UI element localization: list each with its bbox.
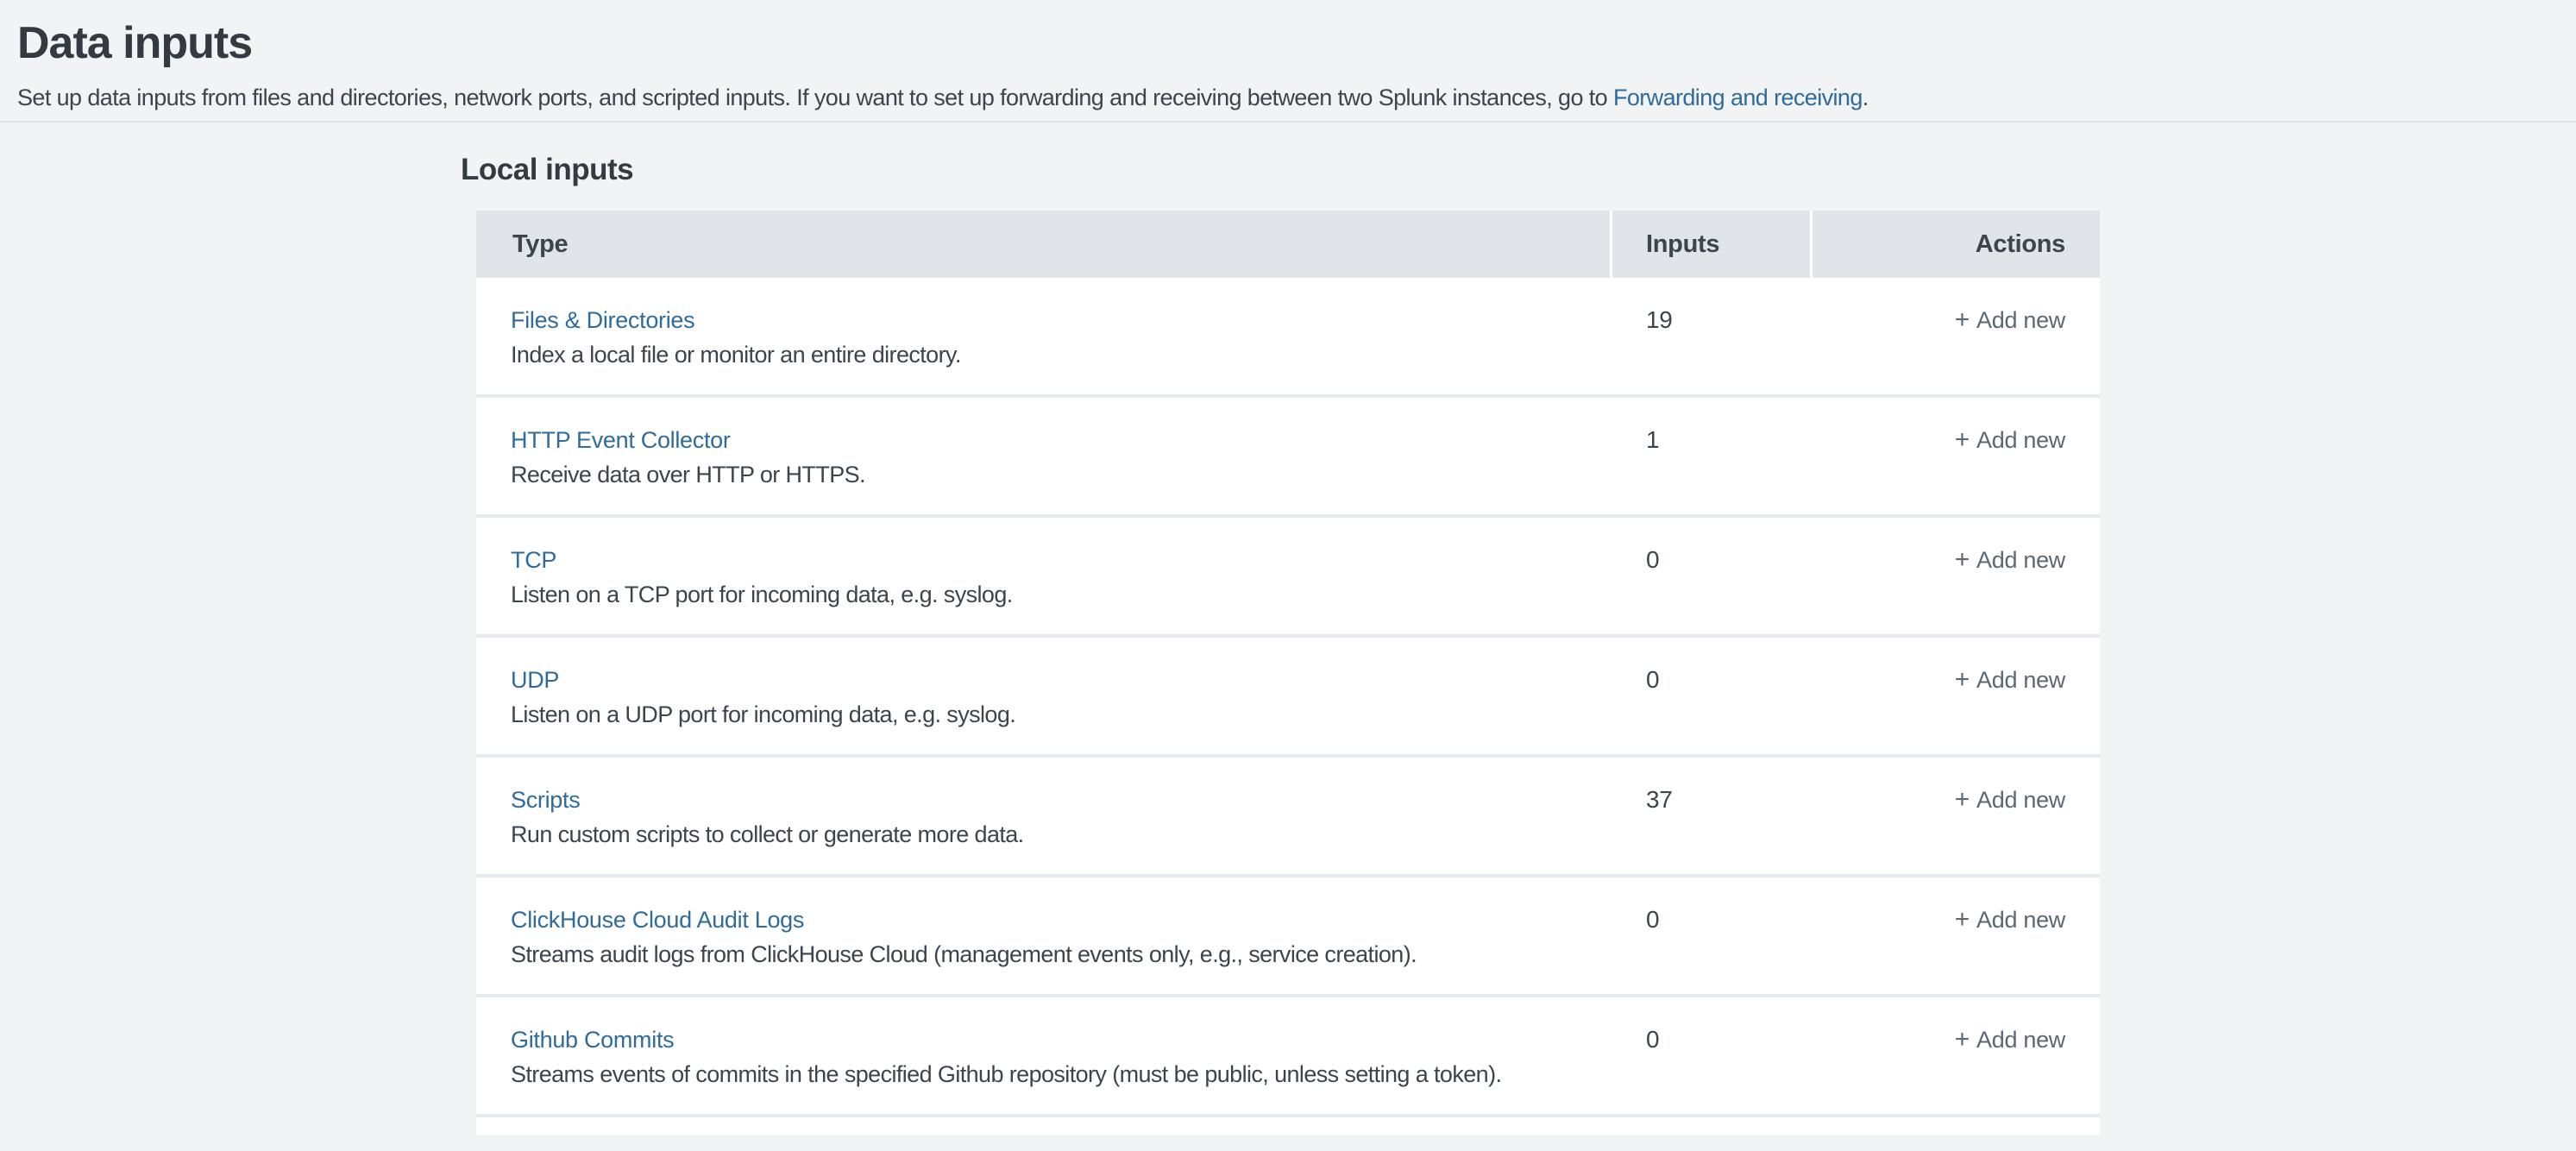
table-row: UDP Listen on a UDP port for incoming da… <box>476 638 2100 758</box>
inputs-count: 0 <box>1610 638 1810 754</box>
table-row-partial <box>476 1117 2100 1135</box>
input-type-description: Streams events of commits in the specifi… <box>511 1060 1610 1089</box>
inputs-count: 37 <box>1610 758 1810 874</box>
table-row: HTTP Event Collector Receive data over H… <box>476 398 2100 518</box>
type-cell: UDP Listen on a UDP port for incoming da… <box>476 638 1610 754</box>
inputs-count: 0 <box>1610 877 1810 994</box>
add-new-button[interactable]: +Add new <box>1955 667 2065 693</box>
type-cell: Files & Directories Index a local file o… <box>476 278 1610 394</box>
page-header: Data inputs Set up data inputs from file… <box>0 0 2576 123</box>
input-type-link[interactable]: TCP <box>511 544 556 576</box>
actions-cell: +Add new <box>1810 398 2100 514</box>
forwarding-and-receiving-link[interactable]: Forwarding and receiving <box>1613 85 1863 110</box>
table-row: Github Commits Streams events of commits… <box>476 997 2100 1117</box>
actions-cell: +Add new <box>1810 518 2100 634</box>
input-type-description: Receive data over HTTP or HTTPS. <box>511 460 1610 489</box>
table-header-row: Type Inputs Actions <box>476 211 2100 278</box>
column-header-type: Type <box>476 211 1610 278</box>
add-new-button[interactable]: +Add new <box>1955 1027 2065 1053</box>
type-cell: Github Commits Streams events of commits… <box>476 997 1610 1114</box>
add-new-button[interactable]: +Add new <box>1955 547 2065 573</box>
page-subtitle-period: . <box>1863 85 1869 110</box>
plus-icon: + <box>1955 545 1970 574</box>
input-type-description: Listen on a TCP port for incoming data, … <box>511 580 1610 609</box>
input-type-link[interactable]: Github Commits <box>511 1023 674 1056</box>
actions-cell: +Add new <box>1810 278 2100 394</box>
table-body: Files & Directories Index a local file o… <box>476 278 2100 1117</box>
page-subtitle-text: Set up data inputs from files and direct… <box>17 85 1613 110</box>
add-new-label: Add new <box>1976 307 2065 333</box>
actions-cell: +Add new <box>1810 758 2100 874</box>
column-header-actions: Actions <box>1810 211 2100 278</box>
add-new-button[interactable]: +Add new <box>1955 427 2065 453</box>
plus-icon: + <box>1955 785 1970 814</box>
add-new-button[interactable]: +Add new <box>1955 907 2065 933</box>
table-row: ClickHouse Cloud Audit Logs Streams audi… <box>476 877 2100 997</box>
plus-icon: + <box>1955 425 1970 454</box>
input-type-link[interactable]: ClickHouse Cloud Audit Logs <box>511 903 804 936</box>
page-title: Data inputs <box>17 16 2576 71</box>
inputs-count: 1 <box>1610 398 1810 514</box>
column-header-inputs: Inputs <box>1610 211 1810 278</box>
actions-cell: +Add new <box>1810 638 2100 754</box>
actions-cell: +Add new <box>1810 877 2100 994</box>
type-cell: Scripts Run custom scripts to collect or… <box>476 758 1610 874</box>
add-new-label: Add new <box>1976 667 2065 693</box>
add-new-label: Add new <box>1976 907 2065 933</box>
plus-icon: + <box>1955 305 1970 334</box>
type-cell: HTTP Event Collector Receive data over H… <box>476 398 1610 514</box>
add-new-button[interactable]: +Add new <box>1955 307 2065 333</box>
add-new-label: Add new <box>1976 427 2065 453</box>
add-new-label: Add new <box>1976 1027 2065 1053</box>
inputs-count: 0 <box>1610 518 1810 634</box>
input-type-description: Streams audit logs from ClickHouse Cloud… <box>511 940 1610 969</box>
table-row: Scripts Run custom scripts to collect or… <box>476 758 2100 877</box>
input-type-link[interactable]: HTTP Event Collector <box>511 424 731 456</box>
inputs-count: 19 <box>1610 278 1810 394</box>
input-type-description: Run custom scripts to collect or generat… <box>511 820 1610 849</box>
local-inputs-table: Type Inputs Actions Files & Directories … <box>476 211 2100 1135</box>
plus-icon: + <box>1955 665 1970 694</box>
input-type-description: Index a local file or monitor an entire … <box>511 340 1610 369</box>
table-row: TCP Listen on a TCP port for incoming da… <box>476 518 2100 638</box>
type-cell: TCP Listen on a TCP port for incoming da… <box>476 518 1610 634</box>
plus-icon: + <box>1955 1025 1970 1054</box>
table-row: Files & Directories Index a local file o… <box>476 278 2100 398</box>
type-cell: ClickHouse Cloud Audit Logs Streams audi… <box>476 877 1610 994</box>
input-type-description: Listen on a UDP port for incoming data, … <box>511 700 1610 729</box>
inputs-count: 0 <box>1610 997 1810 1114</box>
input-type-link[interactable]: UDP <box>511 664 559 696</box>
input-type-link[interactable]: Files & Directories <box>511 304 694 336</box>
plus-icon: + <box>1955 905 1970 934</box>
input-type-link[interactable]: Scripts <box>511 783 580 816</box>
actions-cell: +Add new <box>1810 997 2100 1114</box>
add-new-button[interactable]: +Add new <box>1955 787 2065 813</box>
add-new-label: Add new <box>1976 547 2065 573</box>
page-subtitle: Set up data inputs from files and direct… <box>17 83 2576 112</box>
local-inputs-heading: Local inputs <box>461 152 2576 188</box>
add-new-label: Add new <box>1976 787 2065 813</box>
